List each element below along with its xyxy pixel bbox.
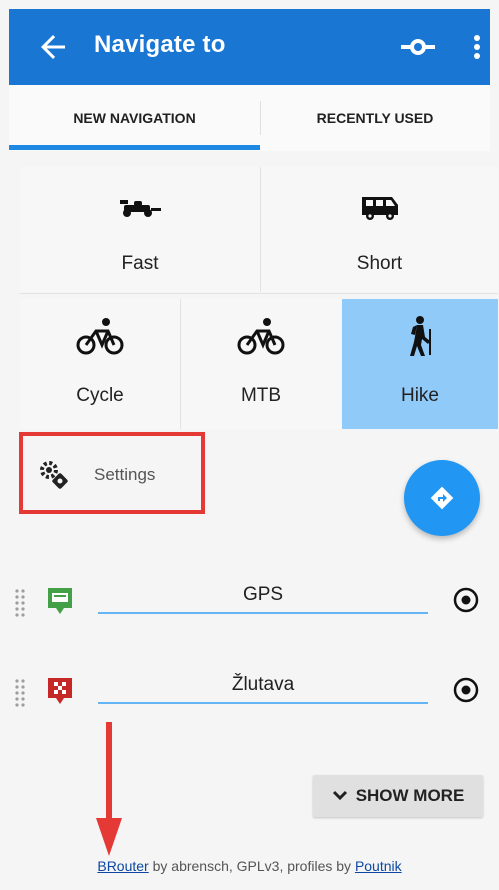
annotation-arrow <box>94 722 124 857</box>
drag-handle-icon[interactable] <box>14 588 28 618</box>
waypoint-input[interactable]: GPS <box>98 580 428 614</box>
divider <box>20 293 498 294</box>
van-icon <box>360 193 400 221</box>
routing-label: Hike <box>400 385 439 406</box>
chevron-down-icon <box>332 790 347 801</box>
routing-row-2: Cycle MTB Hike <box>20 299 498 429</box>
show-more-label: SHOW MORE <box>355 786 465 805</box>
directions-icon <box>430 486 454 510</box>
app-bar: Navigate to <box>9 9 490 85</box>
waypoint-destination: Žlutava <box>0 662 499 722</box>
mountain-bike-icon <box>237 317 285 355</box>
routing-label: Cycle <box>76 385 124 406</box>
tab-indicator <box>9 145 260 150</box>
footer-text: by abrensch, GPLv3, profiles by <box>148 858 355 874</box>
bicycle-icon <box>76 317 124 355</box>
route-icon[interactable] <box>401 33 435 61</box>
routing-label: Short <box>356 253 403 274</box>
my-location-icon[interactable] <box>452 676 480 704</box>
start-navigation-button[interactable] <box>404 460 480 536</box>
footer-credits: BRouter by abrensch, GPLv3, profiles by … <box>0 858 499 874</box>
highlight-box <box>19 432 205 514</box>
hiker-icon <box>405 315 435 357</box>
racing-car-icon <box>118 197 162 219</box>
arrow-back-icon[interactable] <box>35 29 71 65</box>
routing-fast[interactable]: Fast <box>20 167 260 292</box>
tab-recently-used[interactable]: RECENTLY USED <box>260 85 490 151</box>
waypoint-input[interactable]: Žlutava <box>98 670 428 704</box>
my-location-icon[interactable] <box>452 586 480 614</box>
routing-cycle[interactable]: Cycle <box>20 299 180 429</box>
brouter-link[interactable]: BRouter <box>97 858 148 874</box>
routing-label: MTB <box>240 385 282 406</box>
waypoint-start: GPS <box>0 572 499 632</box>
page-title: Navigate to <box>94 31 226 58</box>
more-vert-icon[interactable] <box>470 33 484 61</box>
routing-short[interactable]: Short <box>261 167 498 292</box>
tab-bar: NEW NAVIGATION RECENTLY USED <box>9 85 490 151</box>
show-more-button[interactable]: SHOW MORE <box>313 775 483 817</box>
poutnik-link[interactable]: Poutnik <box>355 858 402 874</box>
routing-row-1: Fast Short <box>20 167 498 292</box>
finish-flag-pin-icon <box>46 676 74 708</box>
drag-handle-icon[interactable] <box>14 678 28 708</box>
routing-hike[interactable]: Hike <box>342 299 498 429</box>
routing-mtb[interactable]: MTB <box>181 299 341 429</box>
tab-new-navigation[interactable]: NEW NAVIGATION <box>9 85 260 151</box>
routing-label: Fast <box>121 253 159 274</box>
gps-pin-icon <box>46 586 74 618</box>
